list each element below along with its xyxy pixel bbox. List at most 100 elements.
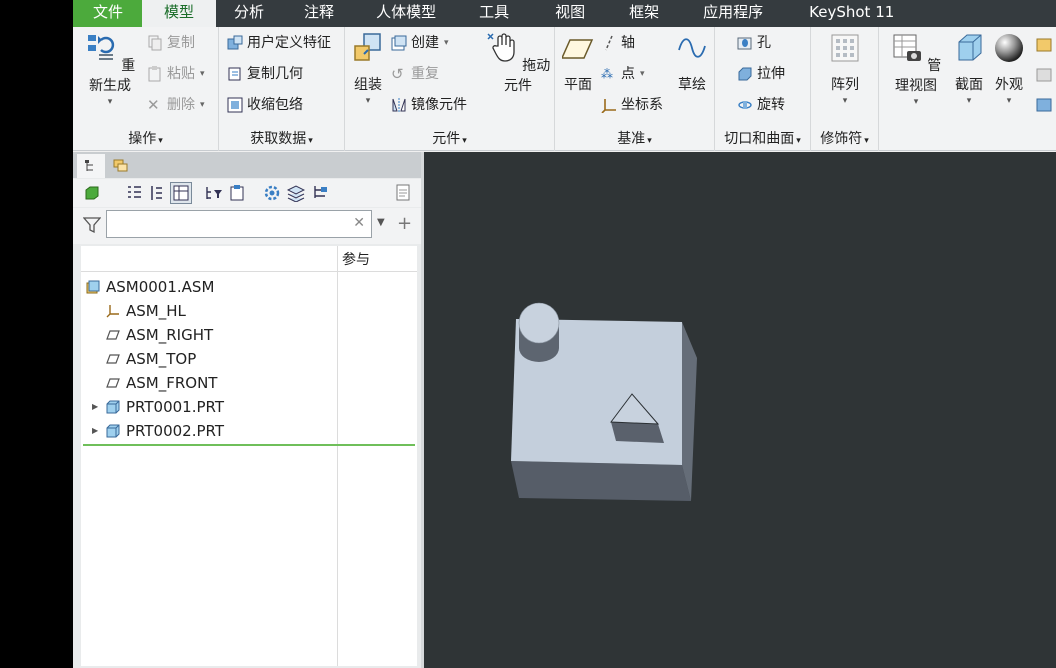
regenerate-button[interactable]: 重新生成 ▾ [78,32,142,107]
chevron-down-icon: ▾ [200,69,205,79]
chevron-down-icon: ▾ [1006,96,1012,106]
tab-tools[interactable]: 工具 [456,0,532,27]
group-label-modifiers[interactable]: 修饰符 ▾ [811,128,878,148]
model-display-icon[interactable] [83,184,101,202]
tree-filter-icon[interactable] [205,184,223,202]
copy-button[interactable]: 复制 [147,32,195,54]
repeat-button[interactable]: ↺ 重复 [391,63,439,85]
manage-views-icon [893,34,921,61]
group-cuts-surfaces: 孔 拉伸 旋转 切口和曲面 ▾ [715,27,811,151]
chevron-down-icon[interactable]: ▼ [377,217,385,228]
tree-item-asm-top[interactable]: ASM_TOP [106,347,196,371]
tab-file[interactable]: 文件 [73,0,143,27]
delete-button[interactable]: ✕ 删除 ▾ [147,94,205,116]
mirror-component-button[interactable]: 镜像元件 [391,94,467,116]
sketch-button[interactable]: 草绘 [673,32,711,94]
group-label-cuts-surfaces[interactable]: 切口和曲面 ▾ [715,128,810,148]
manage-views-button[interactable]: 管理视图 ▾ [885,32,947,107]
tab-model-tree[interactable] [77,154,105,178]
assemble-button[interactable]: 组装 ▾ [350,32,386,106]
group-get-data: 用户定义特征 复制几何 收缩包络 获取数据 ▾ [219,27,345,151]
create-button[interactable]: 创建 ▾ [391,32,449,54]
extrude-button[interactable]: 拉伸 [737,63,785,85]
copy-geometry-icon [227,66,243,82]
tab-annotate[interactable]: 注释 [282,0,356,27]
overflow-tools[interactable] [1035,35,1055,115]
hole-button[interactable]: 孔 [737,32,771,54]
tree-item-asm-right[interactable]: ASM_RIGHT [106,323,213,347]
notes-icon[interactable] [395,184,413,202]
tree-columns-toggle[interactable] [170,182,192,204]
drag-component-button[interactable]: 拖动元件 [485,32,551,95]
tab-keyshot[interactable]: KeyShot 11 [786,0,917,27]
group-operations: 重新生成 ▾ 复制 粘贴 ▾ ✕ 删除 ▾ 操作 ▾ [73,27,219,151]
search-input[interactable]: ✕ [106,210,372,238]
layer-stack-icon[interactable] [287,184,305,202]
show-tree-icon[interactable] [125,184,143,202]
tree-item-asm-hl[interactable]: ASM_HL [106,299,186,323]
paste-button[interactable]: 粘贴 ▾ [147,63,205,85]
tree-toolbar [73,179,421,207]
section-button[interactable]: 截面 ▾ [951,32,987,106]
datum-plane-icon [106,330,120,340]
group-label-operations[interactable]: 操作 ▾ [73,128,218,148]
udf-button[interactable]: 用户定义特征 [227,32,331,54]
copy-geometry-button[interactable]: 复制几何 [227,63,303,85]
csys-icon [106,305,119,318]
group-model-display: 管理视图 ▾ 截面 ▾ 外观 ▾ [879,27,1056,151]
tree-item-asm-front[interactable]: ASM_FRONT [106,371,217,395]
point-button[interactable]: ⁂ 点 ▾ [601,63,645,85]
app-window: 文件 模型 分析 注释 人体模型 工具 视图 框架 应用程序 KeyShot 1… [73,0,1056,668]
chevron-down-icon: ▾ [444,38,449,48]
truncated-tools-icon [1036,38,1052,112]
settings-list-icon[interactable] [229,184,247,202]
tab-model[interactable]: 模型 [142,0,217,27]
gear-icon[interactable] [263,184,281,202]
tree-header: 参与 [81,246,417,272]
group-label-datum[interactable]: 基准 ▾ [555,128,714,148]
plane-button[interactable]: 平面 [559,32,597,94]
tab-view[interactable]: 视图 [532,0,608,27]
panel-tabs [73,152,421,178]
group-label-get-data[interactable]: 获取数据 ▾ [219,128,344,148]
tab-framework[interactable]: 框架 [608,0,680,27]
prism-front-face [611,422,664,443]
revolve-icon [737,97,753,113]
tab-human-model[interactable]: 人体模型 [356,0,456,27]
model-3d-view[interactable] [424,152,1056,668]
clear-icon[interactable]: ✕ [353,215,365,231]
axis-button[interactable]: 轴 [601,32,635,54]
shrinkwrap-button[interactable]: 收缩包络 [227,94,303,116]
chevron-down-icon: ▾ [913,97,919,107]
tab-applications[interactable]: 应用程序 [680,0,786,27]
model-tree: 参与 ASM0001.ASM ASM_HL ASM_RIGHT ASM_TOP [81,246,417,666]
column-header-participate[interactable]: 参与 [337,246,417,272]
hierarchy-icon[interactable] [311,184,329,202]
section-icon [958,34,982,61]
insert-indicator-line[interactable] [83,444,415,446]
group-label-component[interactable]: 元件 ▾ [345,128,554,148]
revolve-button[interactable]: 旋转 [737,94,785,116]
tab-layers[interactable] [107,154,135,178]
pattern-button[interactable]: 阵列 ▾ [825,32,865,106]
pattern-label: 阵列 [831,77,859,93]
graphics-viewport[interactable] [424,152,1056,668]
tab-analysis[interactable]: 分析 [216,0,282,27]
repeat-icon: ↺ [391,65,404,83]
filter-funnel-icon[interactable] [83,216,101,234]
cylinder-top [518,302,560,344]
chevron-down-icon: ▾ [365,96,371,106]
datum-plane-icon [106,354,120,364]
expand-tree-icon[interactable] [147,184,165,202]
tree-item-prt0002[interactable]: ▶ PRT0002.PRT [92,419,224,443]
csys-button[interactable]: 坐标系 [601,94,663,116]
add-icon[interactable]: + [397,213,412,234]
expand-arrow-icon[interactable]: ▶ [92,395,98,419]
tree-item-prt0001[interactable]: ▶ PRT0001.PRT [92,395,224,419]
chevron-down-icon: ▾ [842,96,848,106]
tree-item-asm0001[interactable]: ASM0001.ASM [86,275,214,299]
appearance-button[interactable]: 外观 ▾ [991,32,1027,106]
hole-icon [737,35,753,51]
assemble-label: 组装 [354,77,382,93]
expand-arrow-icon[interactable]: ▶ [92,419,98,443]
